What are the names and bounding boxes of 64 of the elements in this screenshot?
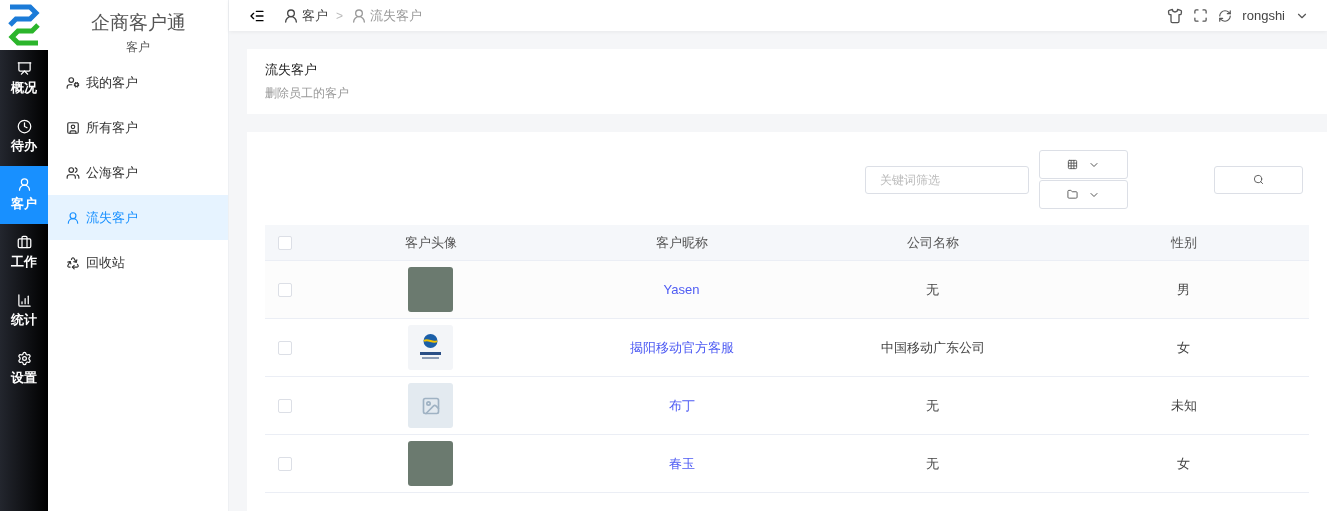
image-placeholder — [408, 383, 453, 428]
table-cell: 无 — [926, 396, 939, 415]
table-cell: 中国移动广东公司 — [880, 338, 985, 357]
app-title: 企商客户通 — [89, 11, 187, 35]
table-cell: 无 — [926, 454, 939, 473]
chart-icon — [16, 293, 32, 308]
recycle-icon — [66, 255, 80, 270]
contact-card-icon — [66, 120, 80, 135]
users-icon — [66, 165, 80, 180]
nickname-link[interactable]: 揭阳移动官方客服 — [629, 338, 734, 357]
user-name[interactable]: rongshi — [1242, 8, 1285, 23]
section-label: 客户 — [126, 39, 150, 56]
table-cell: 无 — [926, 280, 939, 299]
table-cell: 女 — [1177, 338, 1190, 357]
settings-icon — [16, 351, 32, 366]
row-checkbox[interactable] — [278, 456, 292, 471]
keyword-field[interactable]: 关键词筛选 — [865, 165, 1029, 194]
user-icon — [66, 210, 80, 225]
photo-placeholder — [408, 267, 453, 312]
menu-item[interactable]: 公海客户 — [48, 150, 228, 195]
grid-icon — [1067, 159, 1078, 170]
user-icon — [283, 7, 299, 24]
briefcase-icon — [16, 235, 32, 250]
rail-item[interactable]: 统计 — [0, 282, 48, 340]
folder-icon — [1067, 189, 1078, 200]
page-title: 流失客户 — [265, 61, 318, 79]
grid-dropdown[interactable] — [1039, 150, 1128, 179]
rail-item[interactable]: 概况 — [0, 50, 48, 108]
logo-drawing — [408, 325, 453, 370]
rail-item[interactable]: 设置 — [0, 340, 48, 398]
user-icon — [16, 177, 32, 192]
fullscreen-icon[interactable] — [1193, 8, 1209, 23]
shirt-icon[interactable] — [1167, 7, 1184, 24]
column-header: 客户昵称 — [655, 233, 708, 252]
rail-item[interactable]: 待办 — [0, 108, 48, 166]
menu-item[interactable]: 回收站 — [48, 240, 228, 285]
user-gear-icon — [66, 75, 80, 90]
clock-icon — [16, 119, 32, 134]
menu-item[interactable]: 我的客户 — [48, 60, 228, 105]
breadcrumb-link[interactable]: 客户 — [283, 6, 328, 25]
photo-placeholder — [408, 441, 453, 486]
select-all-checkbox[interactable] — [278, 235, 292, 250]
rail-item[interactable]: 工作 — [0, 224, 48, 282]
menu-item[interactable]: 所有客户 — [48, 105, 228, 150]
table-cell: 男 — [1177, 280, 1190, 299]
row-checkbox[interactable] — [278, 340, 292, 355]
column-header: 客户头像 — [404, 233, 457, 252]
nickname-link[interactable]: 春玉 — [668, 454, 695, 473]
folder-dropdown[interactable] — [1039, 180, 1128, 209]
column-header: 公司名称 — [906, 233, 959, 252]
table-cell: 女 — [1177, 454, 1190, 473]
search-icon — [1253, 174, 1264, 185]
table-cell: 未知 — [1170, 396, 1197, 415]
refresh-icon[interactable] — [1218, 8, 1233, 23]
user-icon — [351, 7, 367, 24]
breadcrumb-separator: > — [336, 8, 343, 23]
row-checkbox[interactable] — [278, 282, 292, 297]
monitor-icon — [16, 61, 32, 76]
page-subtitle: 删除员工的客户 — [265, 85, 350, 102]
row-checkbox[interactable] — [278, 398, 292, 413]
nickname-link[interactable]: 布丁 — [668, 396, 695, 415]
search-button[interactable] — [1214, 165, 1303, 194]
nickname-link[interactable]: Yasen — [663, 282, 700, 297]
column-header: 性别 — [1170, 233, 1197, 252]
